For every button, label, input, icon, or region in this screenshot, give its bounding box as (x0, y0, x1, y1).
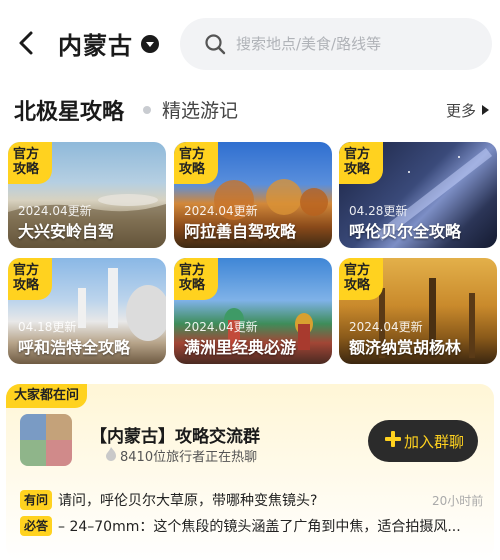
card-title: 满洲里经典必游 (184, 338, 297, 357)
card-title: 大兴安岭自驾 (18, 222, 115, 241)
card-update-date: 2024.04更新 (18, 204, 92, 218)
dropdown-caret-icon[interactable] (141, 35, 159, 53)
more-link[interactable]: 更多 (446, 100, 476, 121)
card-title: 呼伦贝尔全攻略 (349, 222, 462, 241)
search-input[interactable]: 搜索地点/美食/路线等 (180, 18, 492, 70)
top-bar: 内蒙古 搜索地点/美食/路线等 (0, 14, 500, 76)
guide-card-alashan[interactable]: 官方 攻略 2024.04更新 阿拉善自驾攻略 (174, 142, 332, 248)
city-name[interactable]: 内蒙古 (58, 26, 133, 61)
separator-dot (143, 106, 151, 114)
guide-card-hohhot[interactable]: 官方 攻略 04.18更新 呼和浩特全攻略 (8, 258, 166, 364)
guide-card-hulunbuir[interactable]: 官方 攻略 04.28更新 呼伦贝尔全攻略 (339, 142, 497, 248)
discussion-panel: 大家都在问 【内蒙古】攻略交流群 8410位旅行者正在热聊 加入群聊 有问 请问… (6, 384, 494, 560)
answer-tag: 必答 (20, 516, 53, 536)
question-tag: 有问 (20, 490, 53, 510)
guide-card-daxinganling[interactable]: 官方 攻略 2024.04更新 大兴安岭自驾 (8, 142, 166, 248)
back-arrow-icon[interactable] (12, 28, 42, 58)
join-group-button[interactable]: 加入群聊 (368, 420, 478, 462)
answer-text[interactable]: – 24–70mm：这个焦段的镜头涵盖了广角到中焦，适合拍摄风... (58, 516, 488, 536)
official-guide-badge: 官方 攻略 (8, 258, 52, 300)
fire-icon (106, 447, 116, 461)
more-arrow-icon[interactable] (482, 105, 489, 115)
card-title: 阿拉善自驾攻略 (184, 222, 297, 241)
everyone-asking-badge: 大家都在问 (6, 384, 88, 408)
card-update-date: 04.18更新 (18, 320, 77, 334)
section-subtitle[interactable]: 精选游记 (162, 96, 238, 123)
join-button-label: 加入群聊 (404, 433, 465, 451)
official-guide-badge: 官方 攻略 (174, 142, 218, 184)
question-text[interactable]: 请问，呼伦贝尔大草原，带哪种变焦镜头? (58, 490, 317, 510)
card-update-date: 2024.04更新 (184, 320, 258, 334)
group-title[interactable]: 【内蒙古】攻略交流群 (90, 422, 260, 447)
official-guide-badge: 官方 攻略 (8, 142, 52, 184)
card-update-date: 04.28更新 (349, 204, 408, 218)
search-placeholder: 搜索地点/美食/路线等 (236, 35, 382, 53)
card-update-date: 2024.04更新 (184, 204, 258, 218)
group-avatar[interactable] (20, 414, 72, 466)
card-title: 呼和浩特全攻略 (18, 338, 131, 357)
official-guide-badge: 官方 攻略 (174, 258, 218, 300)
official-guide-badge: 官方 攻略 (339, 258, 383, 300)
question-time: 20小时前 (432, 494, 484, 508)
guide-card-manzhouli[interactable]: 官方 攻略 2024.04更新 满洲里经典必游 (174, 258, 332, 364)
group-subtitle: 8410位旅行者正在热聊 (120, 450, 258, 465)
section-title: 北极星攻略 (14, 100, 125, 125)
plus-icon (385, 431, 401, 447)
search-icon (205, 34, 226, 55)
card-update-date: 2024.04更新 (349, 320, 423, 334)
guide-card-ejina[interactable]: 官方 攻略 2024.04更新 额济纳赏胡杨林 (339, 258, 497, 364)
official-guide-badge: 官方 攻略 (339, 142, 383, 184)
card-title: 额济纳赏胡杨林 (349, 338, 462, 357)
